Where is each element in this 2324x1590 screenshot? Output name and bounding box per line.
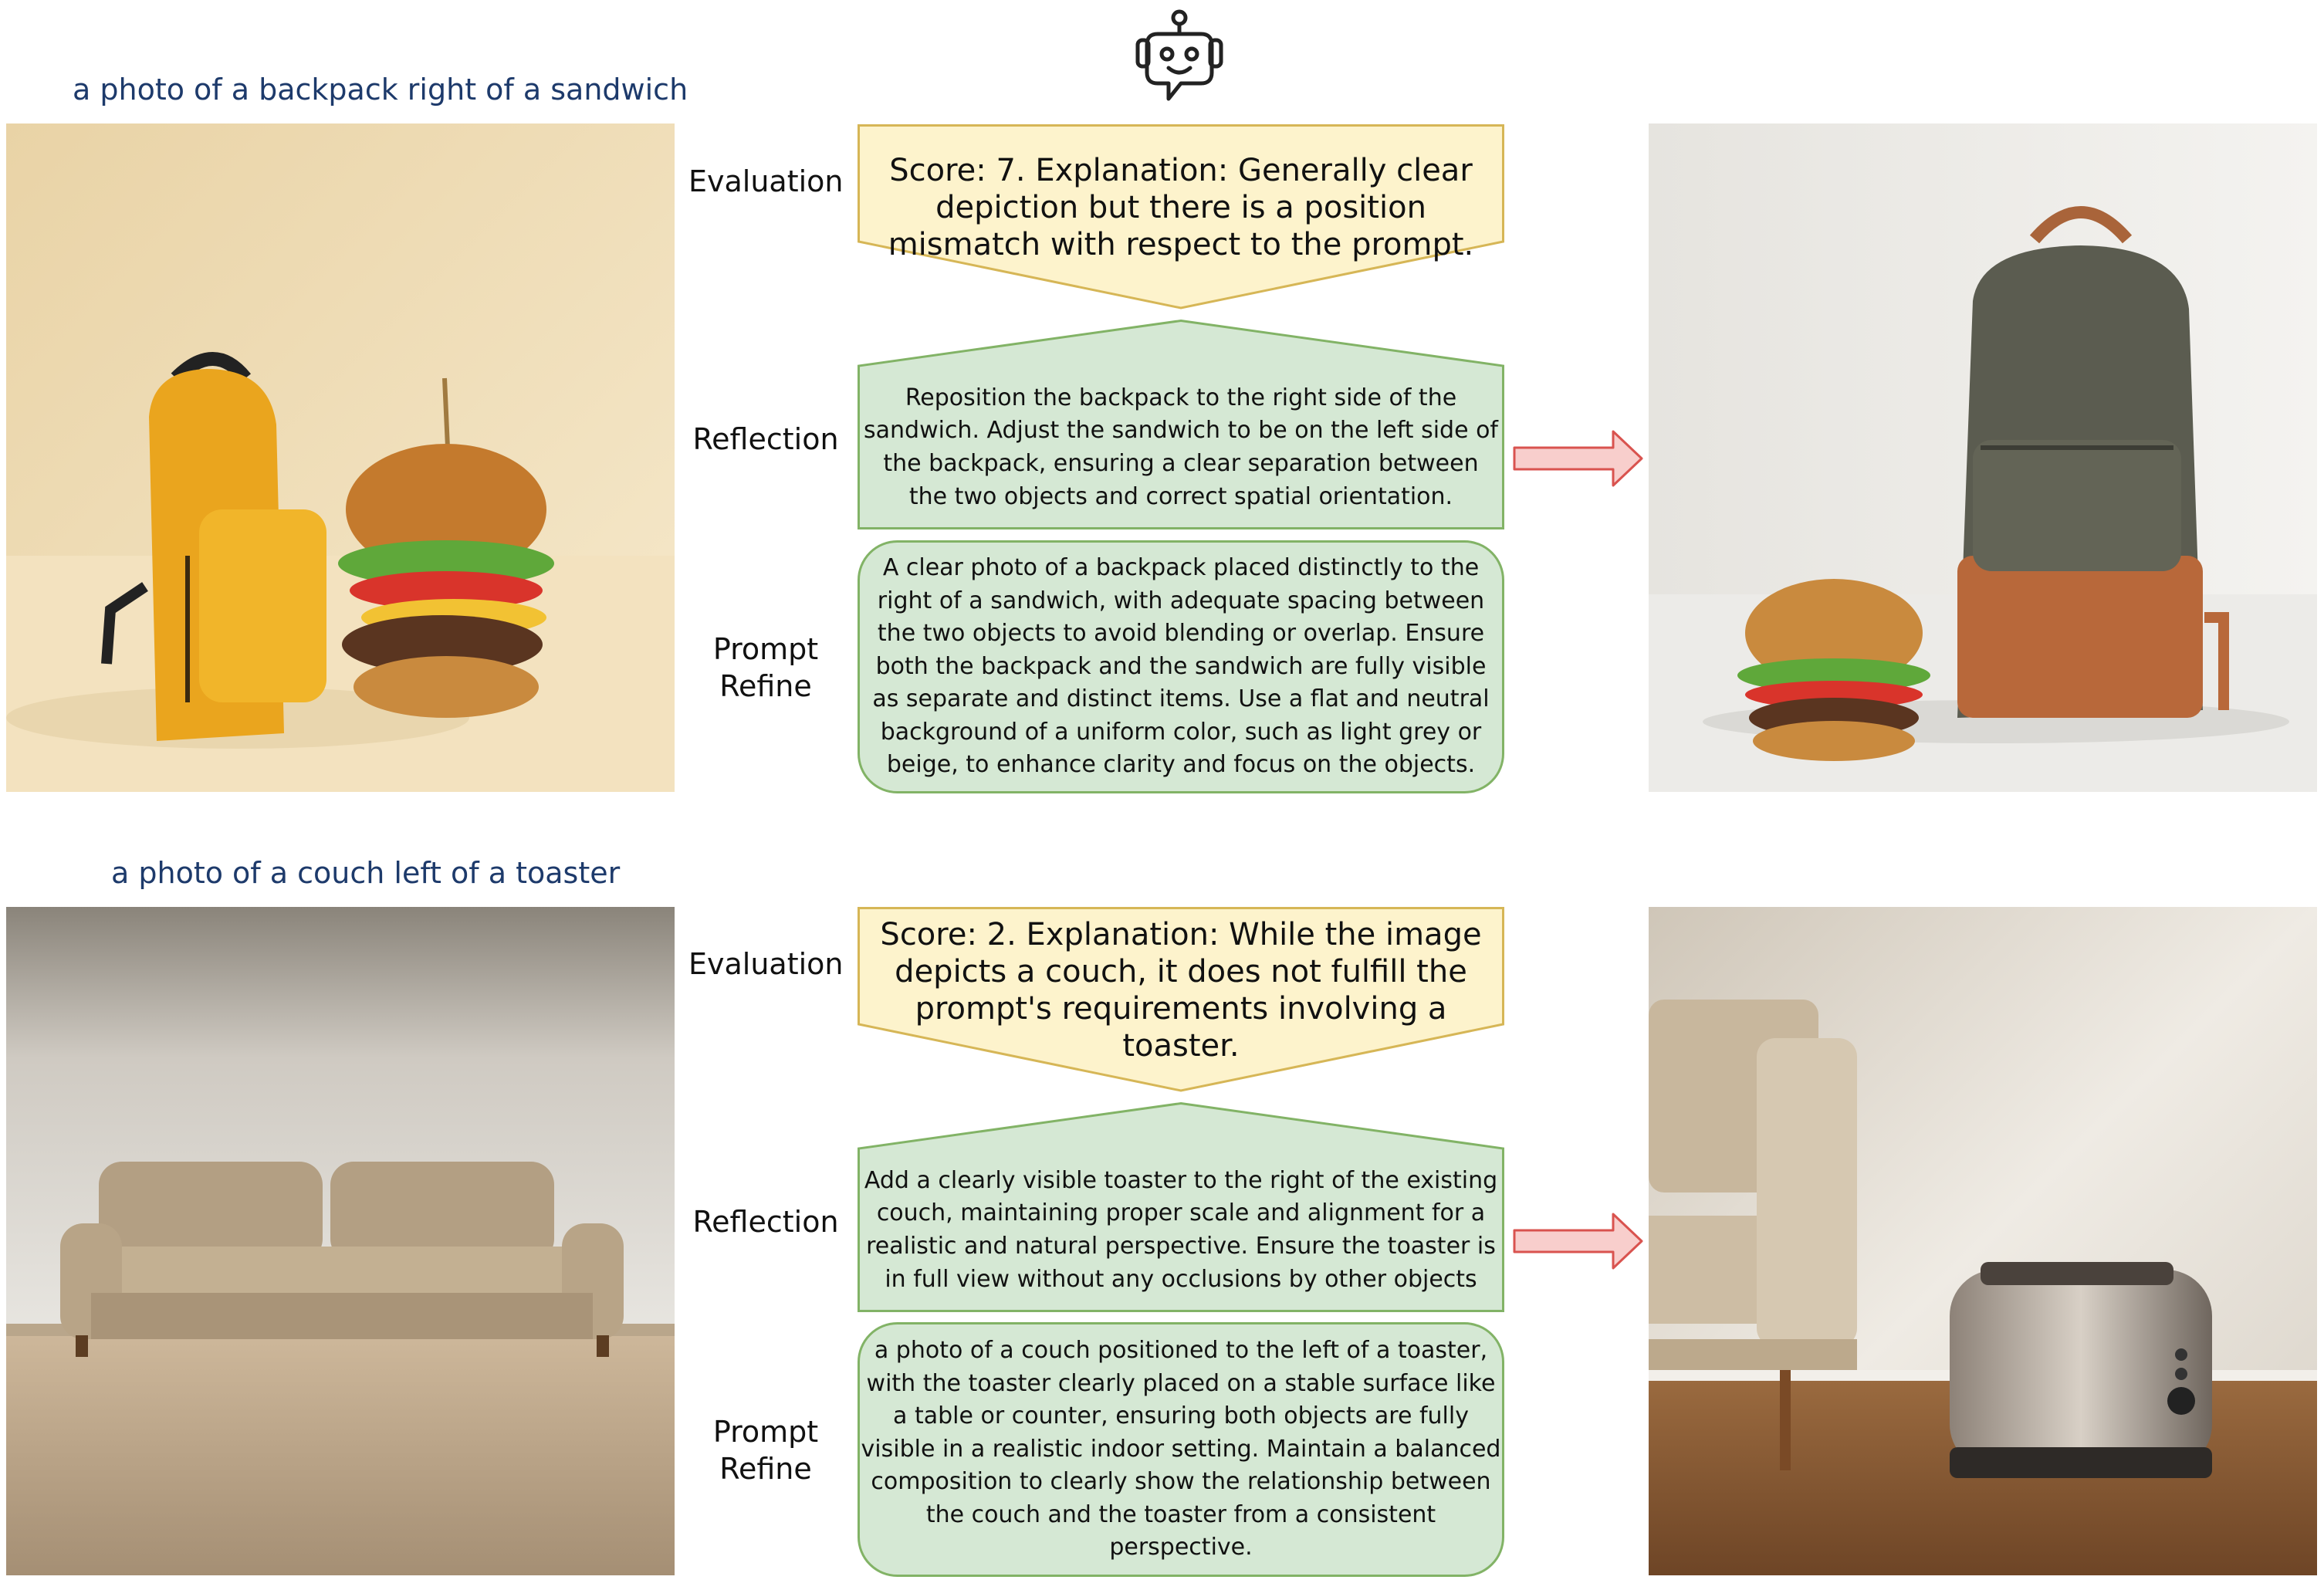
- evaluation-box: Score: 2. Explanation: While the image d…: [858, 907, 1504, 1092]
- evaluation-text: Score: 2. Explanation: While the image d…: [880, 917, 1481, 1064]
- step-label-evaluation: Evaluation: [688, 947, 844, 981]
- step-label-evaluation: Evaluation: [688, 164, 844, 198]
- prompt-refine-text: A clear photo of a backpack placed disti…: [872, 553, 1490, 779]
- step-label-reflection: Reflection: [692, 1205, 839, 1239]
- right-arrow-icon: [1513, 1212, 1644, 1270]
- prompt-refine-box: A clear photo of a backpack placed disti…: [858, 540, 1504, 793]
- prompt-refine-text: a photo of a couch positioned to the lef…: [861, 1336, 1501, 1561]
- step-label-refine: Refine: [719, 1451, 812, 1486]
- reflection-text: Reposition the backpack to the right sid…: [864, 384, 1498, 510]
- step-label-prompt-refine: Prompt Refine: [688, 1414, 843, 1487]
- step-label-refine: Refine: [719, 668, 812, 703]
- reflection-box: Add a clearly visible toaster to the rig…: [858, 1101, 1504, 1312]
- prompt-title: a photo of a backpack right of a sandwic…: [73, 73, 688, 107]
- robot-chat-icon: [1125, 8, 1233, 107]
- step-label-prompt: Prompt: [712, 1415, 819, 1449]
- prompt-refine-box: a photo of a couch positioned to the lef…: [858, 1322, 1504, 1577]
- step-label-prompt-refine: Prompt Refine: [688, 631, 843, 705]
- generated-image-initial: [6, 123, 675, 792]
- generated-image-initial: [6, 907, 675, 1575]
- generated-image-refined: [1649, 123, 2317, 792]
- prompt-title: a photo of a couch left of a toaster: [111, 856, 621, 890]
- evaluation-text: Score: 7. Explanation: Generally clear d…: [888, 153, 1474, 262]
- reflection-box: Reposition the backpack to the right sid…: [858, 319, 1504, 529]
- right-arrow-icon: [1513, 429, 1644, 488]
- evaluation-box: Score: 7. Explanation: Generally clear d…: [858, 124, 1504, 310]
- generated-image-refined: [1649, 907, 2317, 1575]
- reflection-text: Add a clearly visible toaster to the rig…: [864, 1166, 1498, 1293]
- step-label-reflection: Reflection: [692, 422, 839, 456]
- step-label-prompt: Prompt: [712, 632, 819, 666]
